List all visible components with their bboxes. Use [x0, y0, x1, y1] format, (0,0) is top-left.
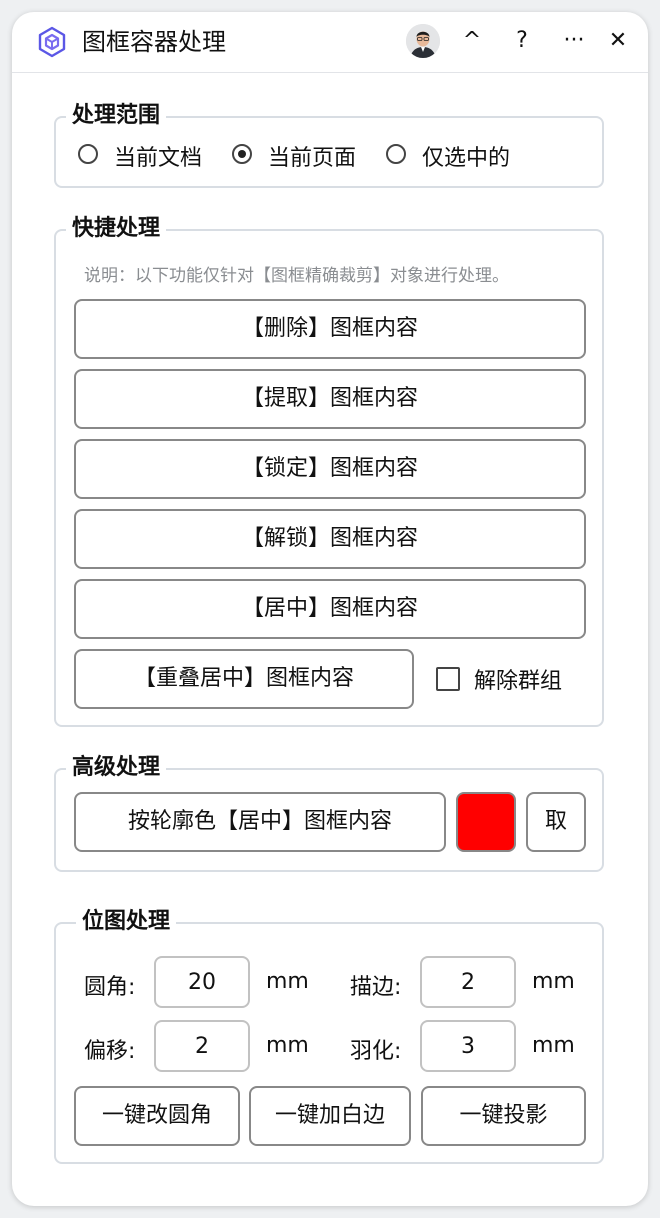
- ungroup-label: 解除群组: [474, 669, 563, 694]
- feather-input[interactable]: [420, 1020, 516, 1072]
- help-button[interactable]: ?: [506, 26, 538, 56]
- stroke-unit: mm: [532, 969, 575, 994]
- app-title: 图框容器处理: [82, 28, 226, 56]
- corner-radius-label: 圆角:: [84, 975, 136, 1000]
- quick-note: 说明：以下功能仅针对【图框精确裁剪】对象进行处理。: [84, 266, 509, 286]
- feather-unit: mm: [532, 1033, 575, 1058]
- offset-label: 偏移:: [84, 1039, 136, 1064]
- ungroup-checkbox[interactable]: 解除群组: [436, 667, 576, 694]
- pick-color-button[interactable]: 取: [526, 792, 586, 852]
- title-bar: 图框容器处理 ^ ? ··· ✕: [12, 12, 648, 73]
- close-button[interactable]: ✕: [602, 26, 634, 56]
- center-frame-content-button[interactable]: 【居中】图框内容: [74, 579, 586, 639]
- advanced-process-group: 高级处理 按轮廓色【居中】图框内容 取: [54, 753, 604, 872]
- corner-radius-unit: mm: [266, 969, 309, 994]
- quick-group-title: 快捷处理: [66, 214, 167, 244]
- quick-process-group: 快捷处理 说明：以下功能仅针对【图框精确裁剪】对象进行处理。 【删除】图框内容 …: [54, 214, 604, 727]
- corner-radius-input[interactable]: [154, 956, 250, 1008]
- feather-label: 羽化:: [350, 1039, 402, 1064]
- more-options-button[interactable]: ···: [558, 26, 590, 56]
- outline-color-swatch[interactable]: [456, 792, 516, 852]
- radio-unchecked-icon: [78, 144, 98, 164]
- scope-group-title: 处理范围: [66, 101, 167, 131]
- stroke-input[interactable]: [420, 956, 516, 1008]
- scope-current-page-radio[interactable]: 当前页面: [232, 142, 372, 171]
- outline-color-center-button[interactable]: 按轮廓色【居中】图框内容: [74, 792, 446, 852]
- offset-unit: mm: [266, 1033, 309, 1058]
- lock-frame-content-button[interactable]: 【锁定】图框内容: [74, 439, 586, 499]
- scope-current-document-radio[interactable]: 当前文档: [78, 142, 218, 171]
- one-click-white-border-button[interactable]: 一键加白边: [249, 1086, 411, 1146]
- checkbox-unchecked-icon: [436, 667, 460, 691]
- cube-logo-icon: [38, 26, 66, 58]
- plugin-window: 图框容器处理 ^ ? ··· ✕ 处理范围 当前文档 当前页面 仅选中的 快捷处…: [12, 12, 648, 1206]
- offset-input[interactable]: [154, 1020, 250, 1072]
- advanced-group-title: 高级处理: [66, 753, 167, 783]
- delete-frame-content-button[interactable]: 【删除】图框内容: [74, 299, 586, 359]
- extract-frame-content-button[interactable]: 【提取】图框内容: [74, 369, 586, 429]
- bitmap-process-group: 位图处理 圆角: mm 描边: mm 偏移: mm 羽化: mm 一键改圆角 一…: [54, 907, 604, 1164]
- user-avatar[interactable]: [406, 24, 440, 58]
- radio-label: 当前页面: [268, 146, 357, 171]
- bitmap-group-title: 位图处理: [76, 907, 177, 937]
- overlap-center-frame-content-button[interactable]: 【重叠居中】图框内容: [74, 649, 414, 709]
- scope-selected-only-radio[interactable]: 仅选中的: [386, 142, 526, 171]
- collapse-button[interactable]: ^: [456, 26, 488, 56]
- one-click-round-corner-button[interactable]: 一键改圆角: [74, 1086, 240, 1146]
- stroke-label: 描边:: [350, 975, 402, 1000]
- one-click-shadow-button[interactable]: 一键投影: [421, 1086, 586, 1146]
- radio-label: 当前文档: [114, 146, 203, 171]
- avatar-image: [406, 24, 440, 58]
- scope-group: 处理范围 当前文档 当前页面 仅选中的: [54, 101, 604, 188]
- radio-checked-icon: [232, 144, 252, 164]
- radio-unchecked-icon: [386, 144, 406, 164]
- radio-label: 仅选中的: [422, 146, 511, 171]
- unlock-frame-content-button[interactable]: 【解锁】图框内容: [74, 509, 586, 569]
